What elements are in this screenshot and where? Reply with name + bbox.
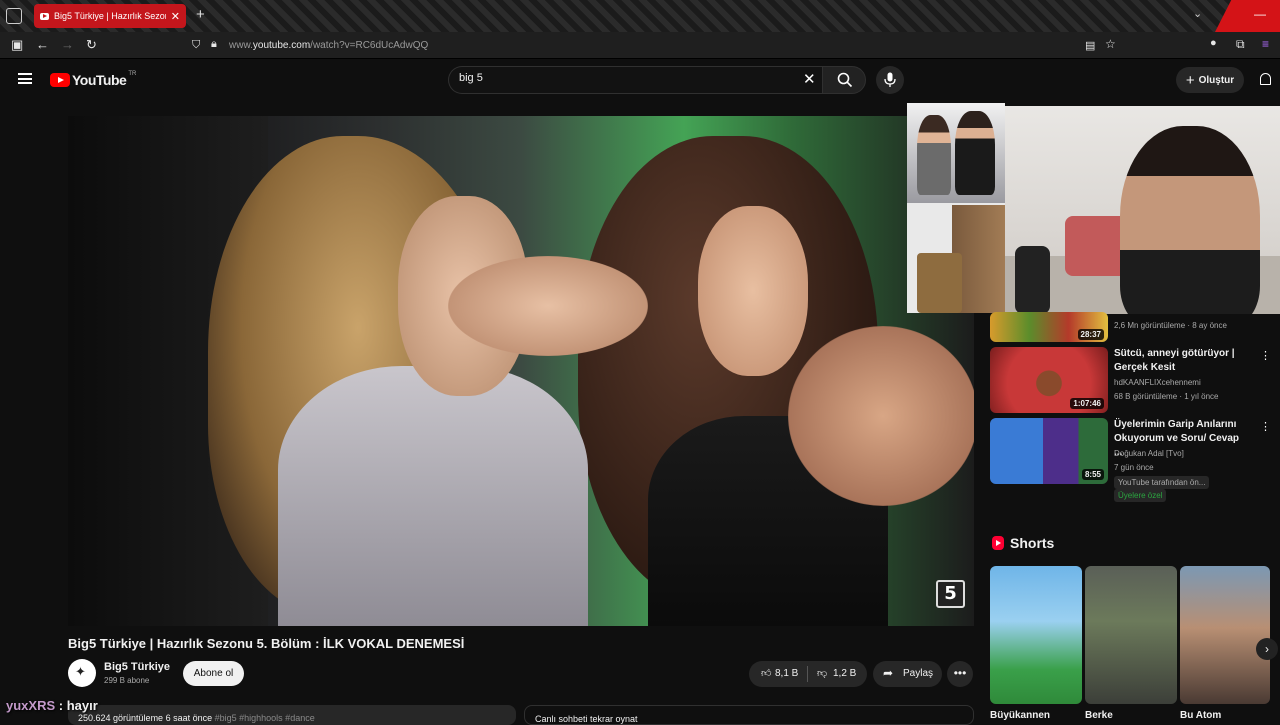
search-button[interactable] bbox=[822, 66, 866, 94]
reader-view-icon[interactable]: ▤ bbox=[1085, 39, 1095, 52]
description-box[interactable]: 250.624 görüntüleme 6 saat önce #big5 #h… bbox=[68, 705, 516, 725]
more-options-icon[interactable]: ⋮ bbox=[1260, 349, 1271, 362]
short-title[interactable]: Bu Atom bbox=[1180, 710, 1221, 721]
browser-tab-strip: Big5 Türkiye | Hazırlık Sezonu 5 ✕ + ⌄ — bbox=[0, 0, 1280, 32]
short-thumbnail[interactable] bbox=[1180, 566, 1270, 704]
video-thumbnail[interactable]: 28:37 bbox=[990, 312, 1108, 342]
extensions-icon[interactable]: ⧉ bbox=[1236, 37, 1245, 52]
members-only-badge: Üyelere özel bbox=[1114, 489, 1167, 502]
dislike-count[interactable]: 1,2 B bbox=[833, 668, 856, 679]
lock-icon[interactable]: 🔒︎ bbox=[211, 38, 217, 51]
search-icon bbox=[837, 72, 853, 88]
minimize-icon[interactable]: — bbox=[1254, 7, 1266, 21]
short-thumbnail[interactable] bbox=[1085, 566, 1177, 704]
upload-badge: YouTube tarafından ön... bbox=[1114, 476, 1210, 489]
new-tab-icon[interactable]: + bbox=[196, 6, 205, 23]
shorts-icon bbox=[992, 536, 1004, 550]
youtube-logo[interactable]: YouTube TR bbox=[50, 71, 136, 88]
video-title: Big5 Türkiye | Hazırlık Sezonu 5. Bölüm … bbox=[68, 636, 465, 651]
video-player[interactable]: 5 bbox=[68, 116, 974, 626]
window-controls: — bbox=[1215, 0, 1280, 32]
streamer-webcam-right bbox=[1005, 106, 1280, 314]
notifications-bell-icon[interactable] bbox=[1260, 73, 1271, 85]
like-icon[interactable]: 👍︎ bbox=[761, 667, 771, 679]
like-dislike-group: 👍︎ 8,1 B 👎︎ 1,2 B bbox=[749, 661, 867, 687]
stream-chat-overlay: yuxXRS : hayır bbox=[6, 698, 98, 713]
chat-replay-button[interactable]: Canlı sohbeti tekrar oynat bbox=[524, 705, 974, 725]
voice-search-button[interactable] bbox=[876, 66, 904, 94]
forward-arrow-icon[interactable]: → bbox=[61, 37, 74, 52]
channel-watermark[interactable]: 5 bbox=[936, 580, 965, 608]
search-box bbox=[448, 66, 822, 94]
create-button[interactable]: + Oluştur bbox=[1176, 67, 1244, 93]
tab-list-chevron-icon[interactable]: ⌄ bbox=[1193, 7, 1202, 20]
streamer-webcam-left bbox=[907, 103, 1005, 313]
reload-icon[interactable]: ↻ bbox=[86, 37, 97, 53]
dislike-icon[interactable]: 👎︎ bbox=[817, 667, 827, 679]
menu-icon[interactable]: ≡ bbox=[1262, 37, 1269, 51]
plus-icon: + bbox=[1185, 71, 1195, 89]
youtube-play-icon bbox=[50, 73, 70, 87]
shorts-heading: Shorts bbox=[992, 535, 1054, 551]
clear-search-icon[interactable]: ✕ bbox=[803, 70, 816, 88]
short-thumbnail[interactable] bbox=[990, 566, 1082, 704]
browser-nav-bar: ▣ ← → ↻ ⛉ 🔒︎ www.youtube.com/watch?v=RC6… bbox=[0, 32, 1280, 59]
share-arrow-icon: ➦ bbox=[883, 666, 894, 680]
address-bar[interactable]: www.youtube.com/watch?v=RC6dUcAdwQQ bbox=[229, 40, 428, 51]
recommendation-item[interactable]: 1:07:46 Sütcü, anneyi götürüyor | Gerçek… bbox=[990, 347, 1280, 417]
video-thumbnail[interactable]: 1:07:46 bbox=[990, 347, 1108, 413]
shorts-next-chevron-icon[interactable]: › bbox=[1256, 638, 1278, 660]
short-title[interactable]: Berke bbox=[1085, 710, 1113, 721]
browser-tab-active[interactable]: Big5 Türkiye | Hazırlık Sezonu 5 ✕ bbox=[34, 4, 186, 28]
sidebar-toggle-icon[interactable]: ▣ bbox=[11, 37, 23, 53]
youtube-header: YouTube TR ✕ + Oluştur bbox=[0, 60, 1280, 100]
subscriber-count: 299 B abone bbox=[104, 676, 150, 685]
tab-overview-icon[interactable] bbox=[6, 8, 22, 24]
recommendation-channel[interactable]: hdKAANFLIXcehennemi bbox=[1114, 378, 1201, 387]
video-thumbnail[interactable]: 8:55 bbox=[990, 418, 1108, 484]
subscribe-button[interactable]: Abone ol bbox=[183, 661, 244, 686]
like-count[interactable]: 8,1 B bbox=[775, 668, 798, 679]
microphone-icon bbox=[884, 72, 896, 87]
recommendation-channel[interactable]: Doğukan Adal [Tvo] bbox=[1114, 449, 1184, 458]
short-title[interactable]: Büyükannen bbox=[990, 710, 1050, 721]
back-arrow-icon[interactable]: ← bbox=[36, 37, 49, 52]
bookmark-star-icon[interactable]: ☆ bbox=[1105, 37, 1116, 51]
youtube-favicon-icon bbox=[40, 12, 49, 20]
more-options-icon[interactable]: ⋮ bbox=[1260, 420, 1271, 433]
channel-name[interactable]: Big5 Türkiye bbox=[104, 661, 170, 673]
recommendation-title[interactable]: Sütcü, anneyi götürüyor | Gerçek Kesit bbox=[1114, 347, 1244, 375]
shield-icon[interactable]: ⛉ bbox=[192, 39, 200, 52]
hamburger-menu-icon[interactable] bbox=[18, 73, 32, 84]
tab-close-icon[interactable]: ✕ bbox=[171, 10, 180, 23]
search-input[interactable] bbox=[459, 72, 789, 84]
account-icon[interactable]: ● bbox=[1210, 37, 1217, 49]
tab-title: Big5 Türkiye | Hazırlık Sezonu 5 bbox=[54, 11, 166, 21]
recommendation-item[interactable]: 8:55 Üyelerimin Garip Anılarını Okuyorum… bbox=[990, 418, 1280, 508]
more-actions-icon[interactable]: ••• bbox=[947, 661, 973, 687]
channel-avatar[interactable] bbox=[68, 659, 96, 687]
share-button[interactable]: ➦ Paylaş bbox=[873, 661, 942, 687]
